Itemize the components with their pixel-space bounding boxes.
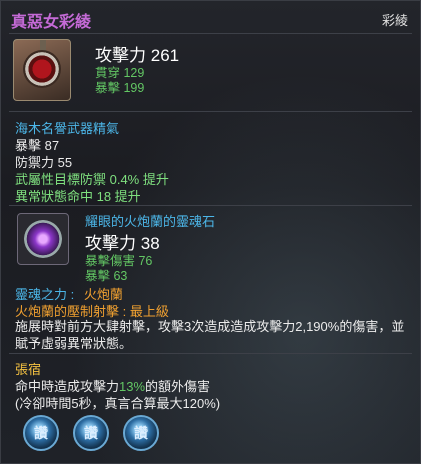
item-tooltip: 真惡女彩綾 彩綾 攻擊力 261 貫穿 129 暴擊 199 海木名譽武器精氣 … [0, 0, 421, 464]
skill-orb-icon[interactable]: 讚 [73, 415, 109, 451]
spirit-bonus: 異常狀態命中 18 提升 [15, 189, 141, 204]
crit-stat: 暴擊 199 [95, 81, 145, 95]
item-name: 真惡女彩綾 [11, 14, 92, 31]
soul-crit: 暴擊 63 [85, 269, 128, 283]
skill-orb-icon[interactable]: 讚 [123, 415, 159, 451]
item-type-label: 彩綾 [381, 13, 408, 28]
set-effect-line2: (冷卻時間5秒，真言合算最大120%) [15, 396, 221, 411]
divider [9, 111, 412, 112]
orb-glyph: 讚 [34, 425, 48, 441]
soul-power-label: 靈魂之力 : [15, 287, 75, 302]
weapon-icon [13, 39, 71, 101]
skill-description: 施展時對前方大肆射擊，攻擊3次造成造成攻擊力2,190%的傷害，並賦予虛弱異常狀… [15, 319, 405, 351]
divider [9, 33, 412, 34]
divider [9, 205, 412, 206]
skill-orb-icon[interactable]: 讚 [23, 415, 59, 451]
attack-value: 261 [150, 46, 180, 65]
orb-glyph: 讚 [84, 425, 98, 441]
soul-stone-name: 耀眼的火炮蘭的靈魂石 [85, 214, 216, 229]
soul-power-name: 火炮蘭 [83, 287, 123, 302]
soul-stone-icon [17, 213, 69, 265]
divider [9, 353, 412, 354]
set-line-text: 的額外傷害 [145, 379, 211, 394]
set-line-text: 命中時造成攻擊力 [15, 379, 120, 394]
set-line-percent: 13% [119, 379, 146, 394]
orb-glyph: 讚 [134, 425, 148, 441]
